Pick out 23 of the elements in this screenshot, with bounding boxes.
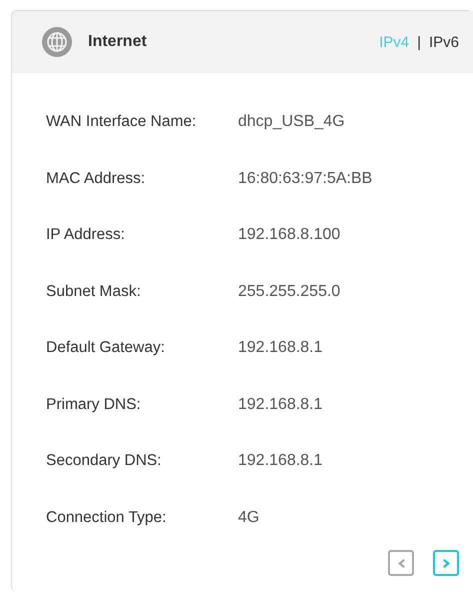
field-value: 4G [238, 508, 260, 527]
field-value: 16:80:63:97:5A:BB [238, 170, 372, 188]
ip-version-tab[interactable]: IPv6 [428, 34, 459, 50]
field-label: Secondary DNS: [46, 452, 162, 470]
field-value: 255.255.255.0 [238, 282, 340, 301]
globe-icon [42, 27, 72, 57]
field-value: 192.168.8.1 [238, 396, 323, 414]
chevron-right-icon [442, 558, 450, 568]
next-page-button[interactable] [433, 550, 459, 576]
field-label: IP Address: [46, 226, 126, 244]
field-value: 192.168.8.100 [238, 226, 340, 244]
field-label: Primary DNS: [46, 396, 142, 414]
tab-separator: | [417, 34, 421, 50]
field-label: Connection Type: [46, 508, 168, 527]
field-value: dhcp_USB_4G [238, 113, 345, 132]
field-label: Default Gateway: [46, 339, 166, 358]
chevron-left-icon [398, 558, 404, 568]
field-value: 192.168.8.1 [238, 452, 323, 470]
field-value: 192.168.8.1 [238, 339, 323, 358]
field-label: WAN Interface Name: [46, 113, 198, 132]
field-label: Subnet Mask: [46, 282, 142, 301]
card-title: Internet [88, 33, 148, 51]
field-label: MAC Address: [46, 170, 146, 188]
